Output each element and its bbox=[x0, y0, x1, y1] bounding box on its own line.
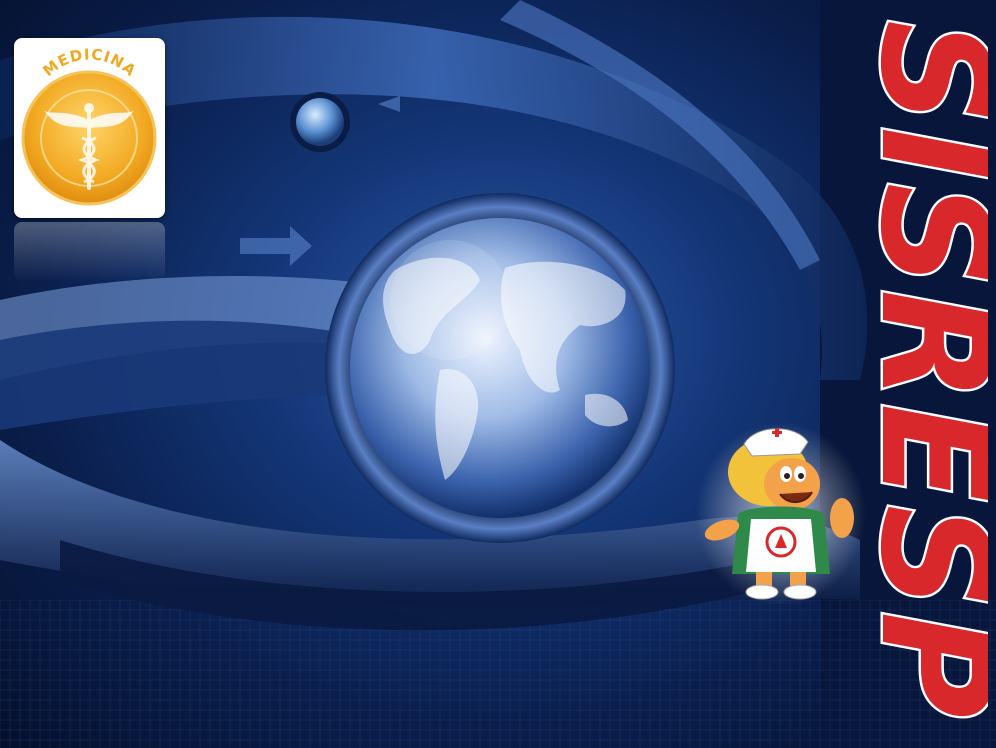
arrow-right-icon bbox=[240, 226, 312, 266]
badge-reflection bbox=[14, 222, 165, 282]
medicina-badge: MEDICINA bbox=[14, 38, 165, 218]
small-globe-icon bbox=[296, 98, 344, 146]
splash-screen: MEDICINA SISRESP bbox=[0, 0, 996, 748]
nurse-mascot-icon bbox=[696, 422, 866, 604]
world-globe-icon bbox=[350, 218, 650, 518]
arrow-left-icon bbox=[378, 96, 400, 112]
sisresp-logo: SISRESP bbox=[860, 18, 988, 723]
globe-highlight bbox=[390, 240, 510, 360]
sisresp-text: SISRESP bbox=[860, 20, 988, 720]
